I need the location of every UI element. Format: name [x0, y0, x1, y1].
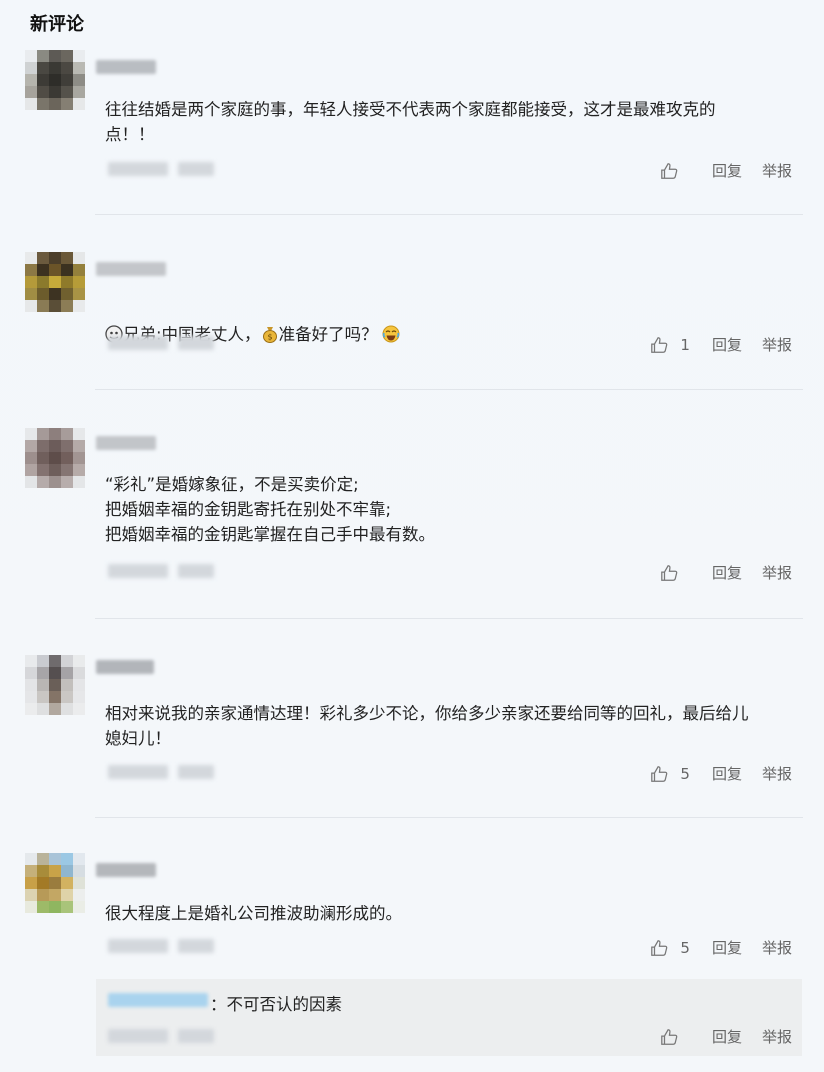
- comment-actions: 回复 举报: [660, 160, 792, 181]
- comment-actions: 1 回复 举报: [650, 334, 792, 355]
- avatar[interactable]: [25, 853, 85, 913]
- username[interactable]: [96, 863, 156, 877]
- reply-button[interactable]: 回复: [712, 160, 742, 181]
- reply-button[interactable]: 回复: [712, 562, 742, 583]
- comment-text: 很大程度上是婚礼公司推波助澜形成的。: [105, 904, 402, 923]
- reply-button[interactable]: 回复: [712, 763, 742, 784]
- like-button[interactable]: 5: [650, 939, 690, 957]
- comment-actions: 5 回复 举报: [650, 937, 792, 958]
- comment-text: 相对来说我的亲家通情达理！彩礼多少不论，你给多少亲家还要给同等的回礼，最后给儿 …: [105, 704, 749, 748]
- comment-actions: 回复 举报: [660, 562, 792, 583]
- thumbs-up-icon: [650, 765, 668, 783]
- thumbs-up-icon: [650, 939, 668, 957]
- comment-meta: [108, 939, 214, 953]
- comment-text: “彩礼”是婚嫁象征，不是买卖价定; 把婚姻幸福的金钥匙寄托在别处不牢靠; 把婚姻…: [105, 475, 435, 544]
- divider: [95, 817, 803, 818]
- report-button[interactable]: 举报: [762, 1026, 792, 1047]
- avatar[interactable]: [25, 252, 85, 312]
- username[interactable]: [96, 660, 154, 674]
- username[interactable]: [96, 262, 166, 276]
- money-bag-icon: $: [261, 325, 279, 343]
- like-button[interactable]: [660, 162, 690, 180]
- report-button[interactable]: 举报: [762, 937, 792, 958]
- section-title: 新评论: [30, 14, 84, 35]
- comment-meta: [108, 336, 214, 350]
- avatar[interactable]: [25, 655, 85, 715]
- divider: [95, 214, 803, 215]
- username[interactable]: [96, 60, 156, 74]
- like-button[interactable]: 5: [650, 765, 690, 783]
- reply-button[interactable]: 回复: [712, 334, 742, 355]
- report-button[interactable]: 举报: [762, 160, 792, 181]
- tears-of-joy-icon: [382, 325, 400, 343]
- like-count: 1: [680, 335, 690, 354]
- username[interactable]: [96, 436, 156, 450]
- like-button[interactable]: [660, 1028, 690, 1046]
- reply-username[interactable]: [108, 993, 208, 1007]
- comment-text: 往往结婚是两个家庭的事，年轻人接受不代表两个家庭都能接受，这才是最难攻克的 点！…: [105, 100, 716, 144]
- like-count: 5: [680, 938, 690, 957]
- comment-text-part: 准备好了吗？: [278, 325, 378, 344]
- avatar[interactable]: [25, 50, 85, 110]
- report-button[interactable]: 举报: [762, 763, 792, 784]
- reply-button[interactable]: 回复: [712, 1026, 742, 1047]
- report-button[interactable]: 举报: [762, 562, 792, 583]
- reply-text: ：不可否认的因素: [210, 995, 342, 1014]
- avatar[interactable]: [25, 428, 85, 488]
- comment-meta: [108, 765, 214, 779]
- like-button[interactable]: 1: [650, 336, 690, 354]
- divider: [95, 618, 803, 619]
- divider: [95, 389, 803, 390]
- report-button[interactable]: 举报: [762, 334, 792, 355]
- comment-meta: [108, 564, 214, 578]
- comment-meta: [108, 162, 214, 176]
- like-button[interactable]: [660, 564, 690, 582]
- reply-meta: [108, 1029, 214, 1043]
- comment-actions: 5 回复 举报: [650, 763, 792, 784]
- svg-text:$: $: [267, 333, 272, 342]
- reply-button[interactable]: 回复: [712, 937, 742, 958]
- reply-actions: 回复 举报: [660, 1026, 792, 1047]
- thumbs-up-icon: [660, 162, 678, 180]
- reply-box: ：不可否认的因素 回复 举报: [96, 979, 802, 1056]
- like-count: 5: [680, 764, 690, 783]
- thumbs-up-icon: [660, 564, 678, 582]
- thumbs-up-icon: [660, 1028, 678, 1046]
- thumbs-up-icon: [650, 336, 668, 354]
